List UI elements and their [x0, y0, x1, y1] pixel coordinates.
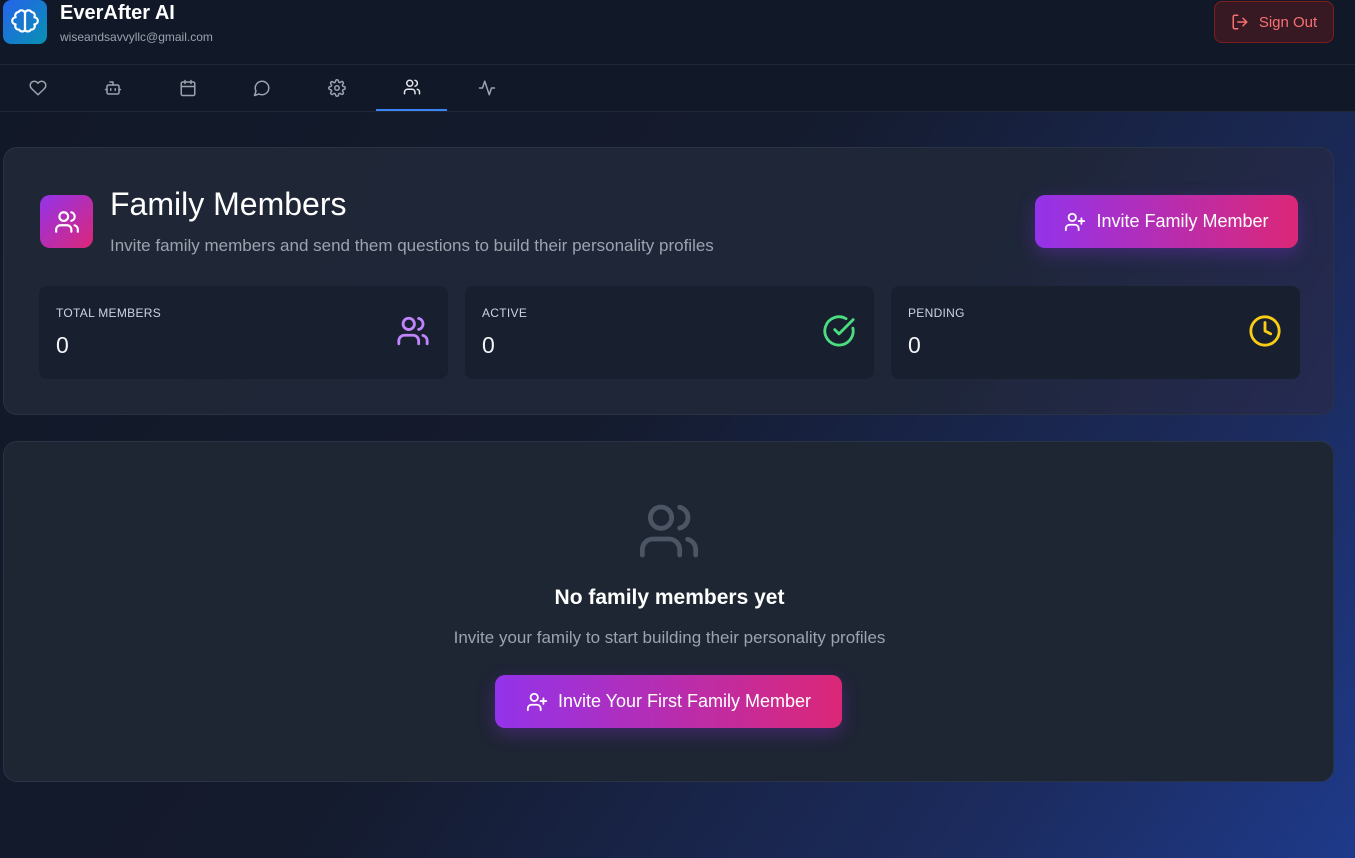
tab-chat[interactable] [226, 65, 297, 111]
invite-first-button-label: Invite Your First Family Member [557, 691, 812, 711]
stat-active: ACTIVE 0 [465, 286, 874, 379]
tab-family[interactable] [376, 65, 447, 111]
tab-activity[interactable] [451, 65, 522, 111]
page-subtitle: Invite family members and send them ques… [110, 236, 714, 255]
stat-total-members: TOTAL MEMBERS 0 [39, 286, 448, 379]
calendar-icon [179, 79, 197, 97]
brain-icon [3, 0, 47, 44]
heart-icon [28, 79, 47, 97]
tab-settings[interactable] [301, 65, 372, 111]
empty-state-card: No family members yet Invite your family… [3, 441, 1334, 782]
stat-value: 0 [908, 332, 921, 358]
tab-bar [0, 65, 1355, 112]
tab-calendar[interactable] [152, 65, 223, 111]
bot-icon [104, 79, 122, 97]
check-circle-icon [822, 314, 856, 348]
chat-icon [253, 79, 271, 97]
empty-state-subtitle: Invite your family to start building the… [453, 628, 886, 647]
app-header: EverAfter AI wiseandsavvyllc@gmail.com S… [0, 0, 1355, 65]
invite-button-label: Invite Family Member [1096, 211, 1269, 231]
users-icon [40, 195, 93, 248]
stat-label: TOTAL MEMBERS [56, 306, 162, 320]
user-plus-icon [526, 691, 548, 713]
stat-value: 0 [482, 332, 495, 358]
sign-out-label: Sign Out [1258, 13, 1318, 31]
stat-label: ACTIVE [482, 306, 528, 320]
tab-bot[interactable] [77, 65, 148, 111]
user-plus-icon [1064, 211, 1086, 233]
app-title: EverAfter AI [60, 2, 175, 24]
invite-family-member-button[interactable]: Invite Family Member [1035, 195, 1298, 248]
users-icon [396, 314, 430, 348]
family-members-card: Family Members Invite family members and… [3, 147, 1334, 415]
stat-label: PENDING [908, 306, 965, 320]
users-icon [403, 78, 421, 96]
page-title: Family Members [110, 186, 347, 222]
activity-icon [478, 79, 496, 97]
gear-icon [327, 79, 346, 97]
clock-icon [1248, 314, 1282, 348]
invite-first-family-member-button[interactable]: Invite Your First Family Member [495, 675, 842, 728]
tab-heart[interactable] [2, 65, 73, 111]
users-icon [635, 499, 703, 563]
user-email: wiseandsavvyllc@gmail.com [60, 30, 213, 44]
log-out-icon [1231, 13, 1249, 31]
stat-value: 0 [56, 332, 69, 358]
stat-pending: PENDING 0 [891, 286, 1300, 379]
empty-state-title: No family members yet [554, 586, 785, 609]
sign-out-button[interactable]: Sign Out [1214, 1, 1334, 43]
